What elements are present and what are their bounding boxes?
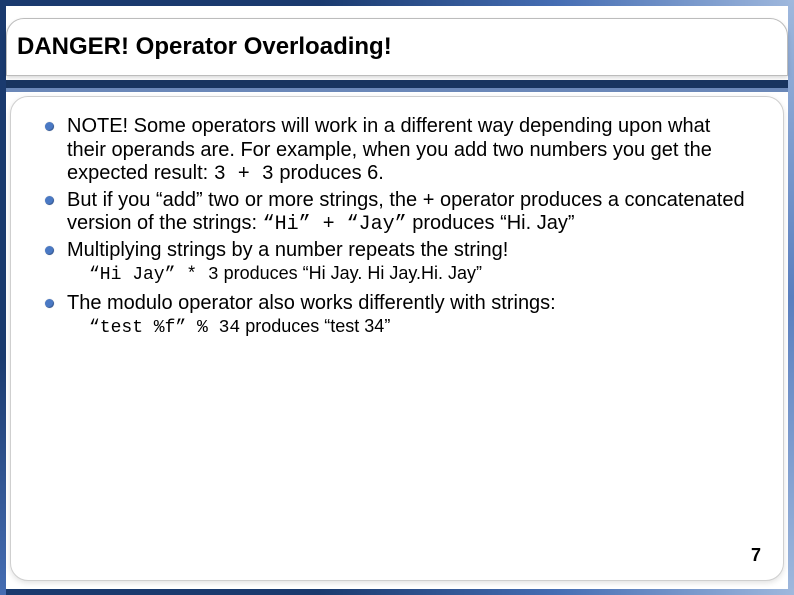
- slide-title: DANGER! Operator Overloading!: [17, 33, 392, 61]
- bullet-1-pre: NOTE! Some operators will work in a diff…: [67, 115, 712, 184]
- page-number: 7: [751, 545, 761, 566]
- bullet-4-text: The modulo operator also works different…: [67, 292, 556, 314]
- bullet-3-text: Multiplying strings by a number repeats …: [67, 239, 508, 261]
- bullet-1-post: produces 6.: [274, 162, 384, 184]
- bullet-3-subitem: “Hi Jay” * 3 produces “Hi Jay. Hi Jay.Hi…: [89, 263, 749, 287]
- bullet-4-sub-post: produces “test 34”: [240, 316, 390, 336]
- slide: DANGER! Operator Overloading! NOTE! Some…: [0, 0, 794, 595]
- bullet-4-subitem: “test %f” % 34 produces “test 34”: [89, 316, 749, 340]
- bullet-item-2: But if you “add” two or more strings, th…: [45, 189, 749, 237]
- bullet-4-sublist: “test %f” % 34 produces “test 34”: [89, 316, 749, 340]
- bullet-item-1: NOTE! Some operators will work in a diff…: [45, 115, 749, 187]
- title-underline-light: [6, 88, 788, 92]
- bullet-4-sub-code: “test %f” % 34: [89, 318, 240, 338]
- bullet-1-code: 3 + 3: [214, 163, 274, 186]
- bullet-item-3: Multiplying strings by a number repeats …: [45, 239, 749, 286]
- bullet-2-post: produces “Hi. Jay”: [407, 212, 575, 234]
- border-bottom: [0, 589, 794, 595]
- border-right: [788, 0, 794, 595]
- bullet-list: NOTE! Some operators will work in a diff…: [45, 115, 749, 339]
- title-underline-dark: [6, 80, 788, 88]
- bullet-3-sub-code: “Hi Jay” * 3: [89, 265, 219, 285]
- bullet-3-sub-post: produces “Hi Jay. Hi Jay.Hi. Jay”: [219, 263, 482, 283]
- border-top: [0, 0, 794, 6]
- bullet-3-sublist: “Hi Jay” * 3 produces “Hi Jay. Hi Jay.Hi…: [89, 263, 749, 287]
- title-panel: DANGER! Operator Overloading!: [6, 18, 788, 76]
- content-card: NOTE! Some operators will work in a diff…: [10, 96, 784, 581]
- bullet-item-4: The modulo operator also works different…: [45, 292, 749, 339]
- bullet-2-code: “Hi” + “Jay”: [263, 213, 407, 236]
